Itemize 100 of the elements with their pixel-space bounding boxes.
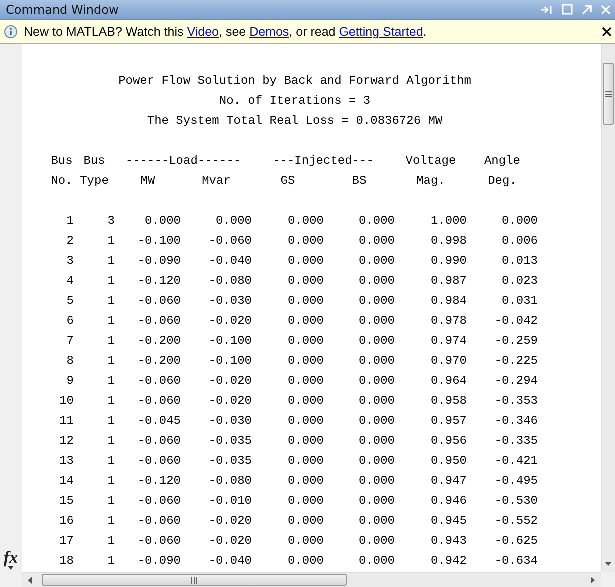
table-cell-text: -0.060 — [136, 453, 181, 470]
column-header: Voltage — [404, 153, 458, 170]
table-cell-text: 7 — [66, 333, 74, 350]
table-cell-text: 1 — [106, 233, 115, 250]
table-cell-text: -0.060 — [136, 293, 181, 310]
table-cell-text: 0.947 — [430, 473, 467, 490]
column-header: No. — [50, 173, 74, 190]
table-cell-text: -0.090 — [136, 253, 181, 270]
table-cell-text: 0.000 — [286, 453, 324, 470]
table-cell-text: 0.978 — [430, 313, 467, 330]
table-cell-text: 1 — [66, 213, 74, 230]
table-cell-text: -0.060 — [208, 233, 252, 250]
table-cell-text: 2 — [66, 233, 74, 250]
heading-line: No. of Iterations = 3 — [218, 93, 372, 110]
table-cell-text: -0.060 — [136, 313, 181, 330]
table-cell-text: -0.090 — [136, 553, 181, 570]
table-cell-text: -0.080 — [208, 473, 252, 490]
link[interactable]: Demos — [250, 24, 290, 38]
table-cell-text: -0.035 — [208, 433, 252, 450]
table-cell-text: 8 — [66, 353, 74, 370]
table-cell-text: 1 — [106, 473, 115, 490]
grip-icon — [605, 90, 612, 98]
table-cell-text: 0.958 — [430, 393, 467, 410]
table-cell-text: 0.000 — [358, 293, 395, 310]
table-cell-text: 4 — [66, 273, 74, 290]
left-arrow-icon[interactable] — [28, 576, 32, 584]
scroll-thumb[interactable] — [42, 574, 347, 586]
table-cell-text: -0.200 — [136, 333, 181, 350]
table-cell-text: 0.000 — [286, 393, 324, 410]
table-cell-text: 0.000 — [286, 513, 324, 530]
table-cell-text: -0.346 — [494, 413, 538, 430]
table-cell-text: -0.100 — [208, 333, 252, 350]
table-cell-text: 0.000 — [286, 553, 324, 570]
column-header: Bus — [50, 153, 74, 170]
close-icon[interactable] — [602, 26, 612, 36]
table-cell-text: 0.957 — [430, 413, 467, 430]
table-cell-text: 0.000 — [286, 233, 324, 250]
column-header: ---Injected--- — [272, 153, 375, 170]
table-cell-text: -0.335 — [494, 433, 538, 450]
table-cell-text: 0.000 — [500, 213, 538, 230]
vertical-scrollbar[interactable] — [601, 44, 615, 572]
table-cell-text: -0.045 — [136, 413, 181, 430]
table-cell-text: 0.000 — [358, 273, 395, 290]
table-cell-text: 0.987 — [430, 273, 467, 290]
table-cell-text: 0.000 — [358, 313, 395, 330]
table-cell-text: 1 — [106, 393, 115, 410]
table-cell-text: 1.000 — [430, 213, 467, 230]
table-cell-text: -0.294 — [494, 373, 538, 390]
table-cell-text: -0.060 — [136, 533, 181, 550]
table-cell-text: 0.984 — [430, 293, 467, 310]
table-cell-text: 1 — [106, 353, 115, 370]
table-cell-text: 1 — [106, 333, 115, 350]
table-cell-text: 0.000 — [358, 513, 395, 530]
table-cell-text: 0.000 — [286, 333, 324, 350]
table-cell-text: 0.000 — [358, 253, 395, 270]
link[interactable]: Getting Started — [339, 24, 424, 38]
table-cell-text: 0.000 — [358, 213, 395, 230]
table-cell-text: -0.495 — [494, 473, 538, 490]
table-cell-text: -0.634 — [494, 553, 538, 570]
table-cell-text: 0.000 — [358, 393, 395, 410]
table-cell-text: 0.998 — [430, 233, 467, 250]
table-cell-text: 0.000 — [358, 233, 395, 250]
table-cell-text: 0.000 — [358, 353, 395, 370]
table-cell-text: 1 — [106, 493, 115, 510]
table-cell-text: 0.956 — [430, 433, 467, 450]
column-header: Deg. — [487, 173, 518, 190]
table-cell-text: 17 — [58, 533, 74, 550]
column-header: Bus — [82, 153, 106, 170]
horizontal-scrollbar[interactable] — [22, 572, 601, 587]
table-cell-text: 1 — [106, 373, 115, 390]
undock-icon[interactable] — [582, 4, 592, 14]
table-cell-text: 12 — [58, 433, 74, 450]
table-cell-text: 0.000 — [286, 253, 324, 270]
down-arrow-icon[interactable] — [605, 562, 612, 566]
right-arrow-icon[interactable] — [591, 576, 595, 584]
table-cell-text: 0.000 — [358, 553, 395, 570]
caret-icon[interactable] — [8, 566, 14, 570]
table-cell-text: 1 — [106, 273, 115, 290]
function-label[interactable]: fx — [4, 550, 18, 566]
table-cell-text: -0.100 — [208, 353, 252, 370]
table-cell-text: 0.000 — [358, 333, 395, 350]
column-header: GS — [280, 173, 296, 190]
table-cell-text: 1 — [106, 553, 115, 570]
table-cell-text: 0.000 — [286, 273, 324, 290]
table-cell-text: 0.946 — [430, 493, 467, 510]
table-cell-text: 0.000 — [144, 213, 181, 230]
table-cell-text: -0.060 — [136, 493, 181, 510]
table-cell-text: -0.030 — [208, 293, 252, 310]
table-cell-text: 0.000 — [358, 413, 395, 430]
table-cell-text: 1 — [106, 513, 115, 530]
link[interactable]: Video — [187, 24, 219, 38]
table-cell-text: -0.020 — [208, 313, 252, 330]
column-header: Angle — [483, 153, 522, 170]
table-cell-text: 6 — [66, 313, 74, 330]
dock-icon[interactable] — [541, 4, 553, 14]
scroll-thumb[interactable] — [603, 63, 614, 125]
table-cell-text: 0.000 — [286, 293, 324, 310]
table-cell-text: 0.000 — [358, 533, 395, 550]
table-cell-text: 0.000 — [358, 373, 395, 390]
maximize-icon[interactable] — [562, 4, 573, 15]
